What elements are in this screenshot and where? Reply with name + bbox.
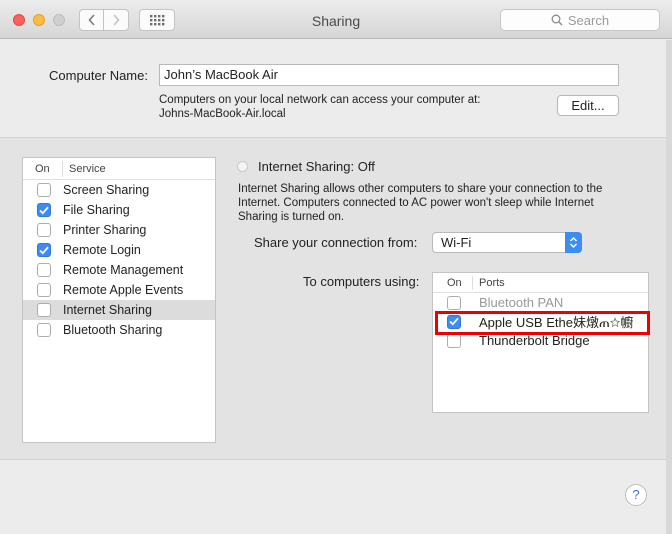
service-row-internet-sharing[interactable]: Internet Sharing	[23, 300, 215, 320]
internet-sharing-title: Internet Sharing: Off	[258, 159, 375, 174]
info-line-1: Computers on your local network can acce…	[159, 94, 481, 106]
services-list: On Service Screen Sharing File Sharing Pri…	[22, 157, 216, 443]
local-hostname: Johns-MacBook-Air.local	[159, 108, 286, 120]
internet-sharing-description: Internet Sharing allows other computers …	[238, 183, 603, 223]
service-checkbox[interactable]	[37, 303, 51, 317]
services-header: On Service	[23, 158, 215, 180]
port-checkbox[interactable]	[447, 314, 461, 329]
share-from-select[interactable]: Wi-Fi	[432, 232, 582, 253]
service-row-file-sharing[interactable]: File Sharing	[23, 200, 215, 220]
search-placeholder: Search	[567, 12, 610, 28]
port-label: Thunderbolt Bridge	[479, 333, 590, 348]
service-row-bluetooth-sharing[interactable]: Bluetooth Sharing	[23, 320, 215, 340]
service-row-remote-apple-events[interactable]: Remote Apple Events	[23, 280, 215, 300]
title-bar: Sharing Search	[0, 0, 672, 39]
service-label: Remote Login	[63, 243, 141, 257]
computer-name-field[interactable]: John’s MacBook Air	[159, 64, 619, 86]
internet-sharing-status-indicator	[237, 161, 248, 172]
ports-col-on-header: On	[433, 275, 473, 290]
service-row-screen-sharing[interactable]: Screen Sharing	[23, 180, 215, 200]
service-label: Internet Sharing	[63, 303, 152, 317]
service-checkbox[interactable]	[37, 243, 51, 257]
port-label: Apple USB Ethe妹燉ጠ☆幮	[479, 315, 634, 330]
port-row[interactable]: Thunderbolt Bridge	[433, 331, 648, 350]
share-from-label: Share your connection from:	[254, 235, 418, 250]
port-checkbox[interactable]	[447, 295, 461, 310]
service-label: Screen Sharing	[63, 183, 150, 197]
computer-name-info: Computers on your local network can acce…	[159, 93, 539, 121]
service-row-remote-management[interactable]: Remote Management	[23, 260, 215, 280]
computer-name-label: Computer Name:	[49, 68, 148, 83]
search-input[interactable]: Search	[500, 9, 660, 31]
sharing-panel: On Service Screen Sharing File Sharing Pri…	[0, 137, 672, 460]
select-arrows-icon	[565, 232, 582, 253]
search-icon	[551, 14, 563, 26]
col-service-header: Service	[69, 162, 106, 175]
service-checkbox[interactable]	[37, 323, 51, 337]
service-row-remote-login[interactable]: Remote Login	[23, 240, 215, 260]
service-checkbox[interactable]	[37, 283, 51, 297]
service-label: File Sharing	[63, 203, 130, 217]
port-row[interactable]: Apple USB Ethe妹燉ጠ☆幮	[433, 312, 648, 331]
to-computers-label: To computers using:	[303, 274, 420, 289]
window-edge	[666, 40, 672, 534]
service-label: Bluetooth Sharing	[63, 323, 163, 337]
service-checkbox[interactable]	[37, 263, 51, 277]
service-label: Remote Management	[63, 263, 184, 277]
port-label: Bluetooth PAN	[479, 295, 564, 310]
service-checkbox[interactable]	[37, 223, 51, 237]
ports-list: On Ports Bluetooth PAN Apple USB Ethe妹燉ጠ☆…	[432, 272, 649, 413]
col-on-header: On	[23, 160, 63, 177]
help-button[interactable]: ?	[625, 484, 647, 506]
share-from-value: Wi-Fi	[441, 235, 472, 250]
service-row-printer-sharing[interactable]: Printer Sharing	[23, 220, 215, 240]
computer-name-section: Computer Name: John’s MacBook Air Comput…	[0, 40, 672, 137]
port-checkbox[interactable]	[447, 333, 461, 348]
edit-button[interactable]: Edit...	[557, 95, 619, 116]
port-row[interactable]: Bluetooth PAN	[433, 293, 648, 312]
ports-header: On Ports	[433, 273, 648, 293]
service-checkbox[interactable]	[37, 183, 51, 197]
service-label: Remote Apple Events	[63, 283, 184, 297]
ports-col-ports-header: Ports	[479, 276, 505, 289]
service-label: Printer Sharing	[63, 223, 147, 237]
service-checkbox[interactable]	[37, 203, 51, 217]
